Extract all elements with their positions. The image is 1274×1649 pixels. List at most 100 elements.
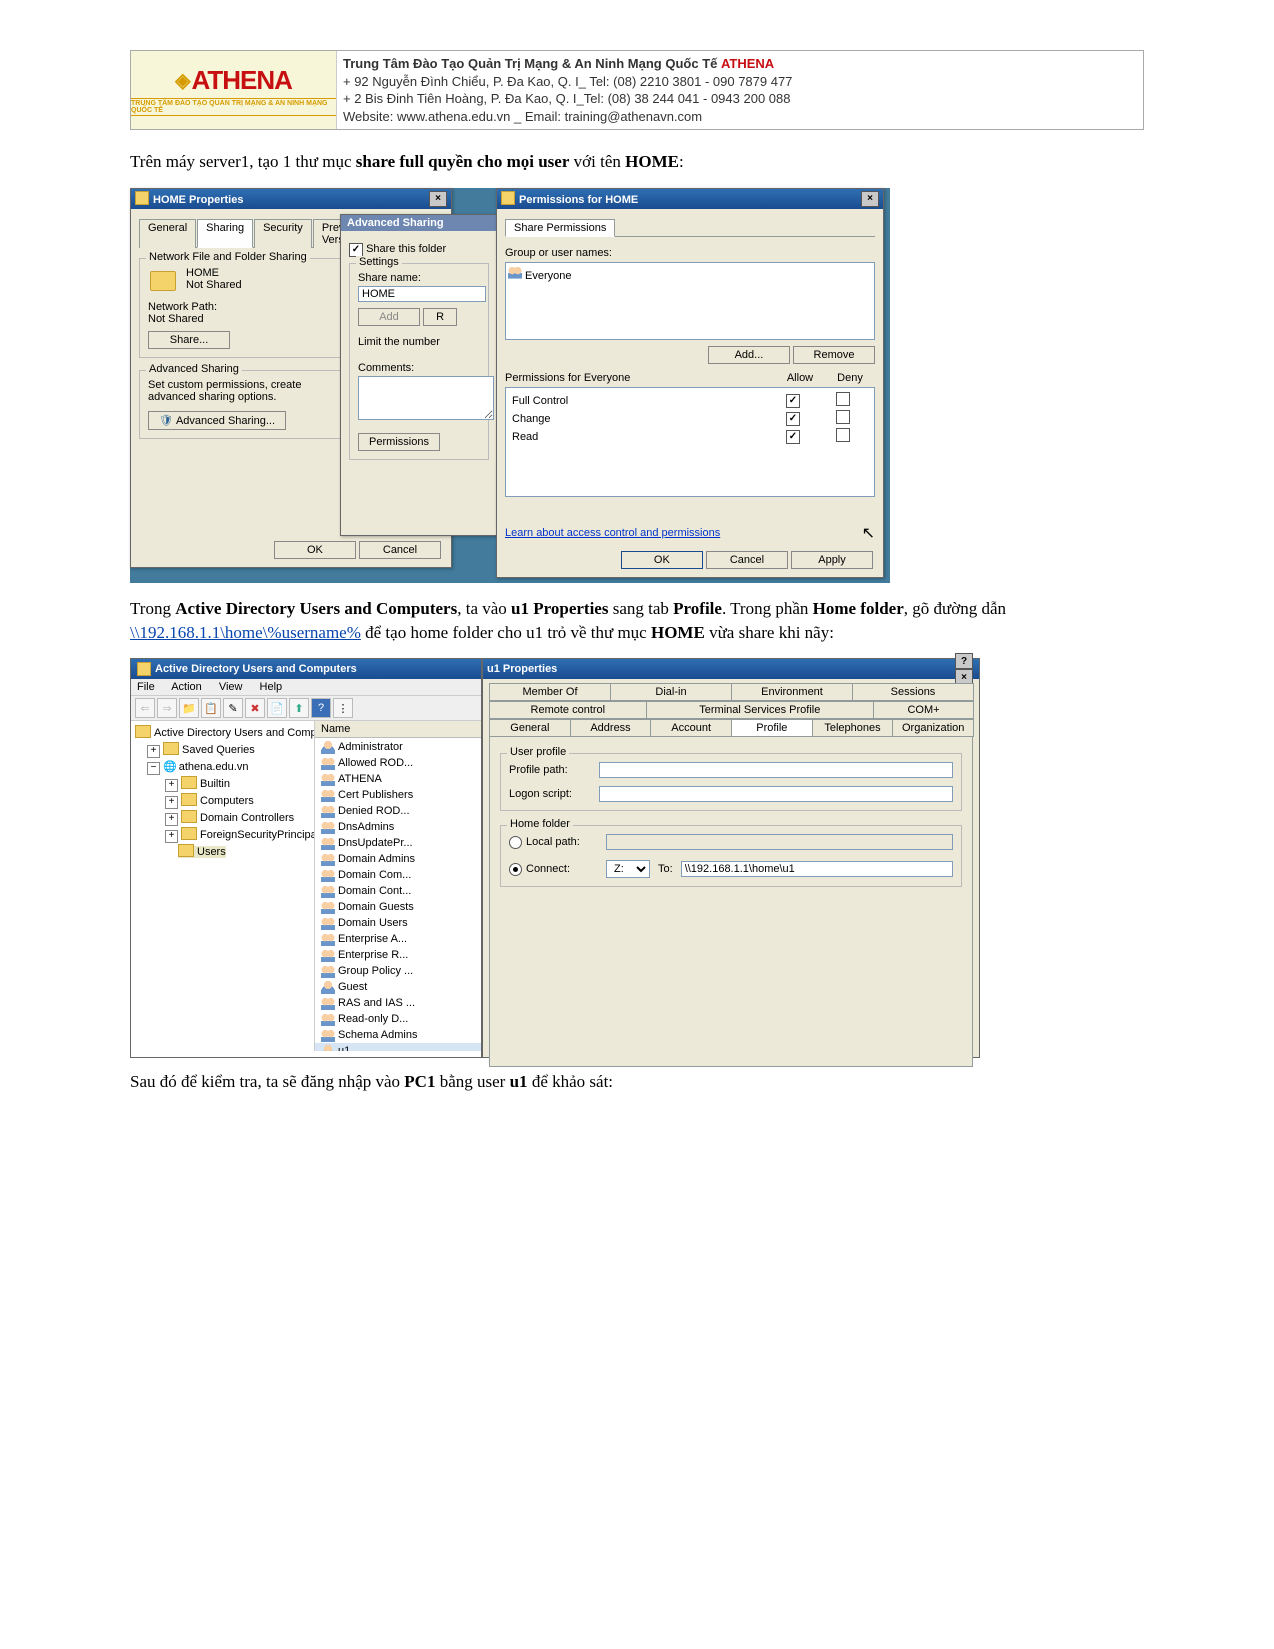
menu-action[interactable]: Action — [171, 681, 202, 693]
collapse-icon[interactable]: − — [147, 762, 160, 775]
learn-link[interactable]: Learn about access control and permissio… — [505, 527, 720, 539]
filter-icon[interactable]: ⋮ — [333, 698, 353, 718]
list-item[interactable]: Enterprise A... — [315, 931, 481, 947]
deny-checkbox[interactable] — [836, 392, 850, 406]
list-item[interactable]: Cert Publishers — [315, 787, 481, 803]
share-button[interactable]: Share... — [148, 331, 230, 349]
close-icon[interactable]: × — [861, 191, 879, 207]
connect-radio[interactable] — [509, 863, 522, 876]
list-item[interactable]: DnsUpdatePr... — [315, 835, 481, 851]
tab-profile[interactable]: Profile — [731, 719, 813, 737]
tree-users[interactable]: Users — [178, 846, 226, 858]
tree-domain[interactable]: athena.edu.vn — [179, 761, 249, 773]
tab-sharing[interactable]: Sharing — [197, 219, 253, 248]
allow-checkbox[interactable] — [786, 412, 800, 426]
profile-path-input[interactable] — [599, 762, 953, 778]
ok-button[interactable]: OK — [621, 551, 703, 569]
share-name-input[interactable] — [358, 286, 486, 302]
list-item[interactable]: Domain Admins — [315, 851, 481, 867]
tree-computers[interactable]: Computers — [181, 795, 254, 807]
help-icon[interactable]: ? — [311, 698, 331, 718]
close-icon[interactable]: × — [429, 191, 447, 207]
add-share-button[interactable]: Add — [358, 308, 420, 326]
tab-security[interactable]: Security — [254, 219, 312, 248]
expand-icon[interactable]: + — [165, 813, 178, 826]
properties-icon[interactable]: ✎ — [223, 698, 243, 718]
allow-checkbox[interactable] — [786, 430, 800, 444]
tree-builtin[interactable]: Builtin — [181, 778, 230, 790]
menu-help[interactable]: Help — [260, 681, 283, 693]
tab-general[interactable]: General — [489, 719, 571, 737]
menu-file[interactable]: File — [137, 681, 155, 693]
tree-saved-queries[interactable]: Saved Queries — [163, 744, 255, 756]
delete-icon[interactable]: ✖ — [245, 698, 265, 718]
menu-view[interactable]: View — [219, 681, 243, 693]
list-item-everyone[interactable]: Everyone — [525, 270, 571, 282]
expand-icon[interactable]: + — [165, 830, 178, 843]
list-item[interactable]: Group Policy ... — [315, 963, 481, 979]
comments-input[interactable] — [358, 376, 494, 420]
export-icon[interactable]: ⬆ — [289, 698, 309, 718]
logon-script-input[interactable] — [599, 786, 953, 802]
expand-icon[interactable]: + — [165, 796, 178, 809]
up-icon[interactable]: 📁 — [179, 698, 199, 718]
tab-sessions[interactable]: Sessions — [852, 683, 974, 701]
tab-organization[interactable]: Organization — [892, 719, 974, 737]
expand-icon[interactable]: + — [165, 779, 178, 792]
tab-dial-in[interactable]: Dial-in — [610, 683, 732, 701]
refresh-icon[interactable]: 📄 — [267, 698, 287, 718]
tree-panel[interactable]: Active Directory Users and Comput +Saved… — [131, 721, 314, 1051]
remove-share-button[interactable]: R — [423, 308, 457, 326]
apply-button[interactable]: Apply — [791, 551, 873, 569]
list-header-name[interactable]: Name — [315, 721, 481, 738]
ok-button[interactable]: OK — [274, 541, 356, 559]
list-item[interactable]: Domain Guests — [315, 899, 481, 915]
list-item[interactable]: ATHENA — [315, 771, 481, 787]
list-item[interactable]: DnsAdmins — [315, 819, 481, 835]
list-item[interactable]: u1 — [315, 1043, 481, 1051]
drive-letter-select[interactable]: Z: — [606, 860, 650, 878]
forward-icon[interactable]: ⇒ — [157, 698, 177, 718]
permissions-button[interactable]: Permissions — [358, 433, 440, 451]
advanced-sharing-button[interactable]: 🛡Advanced Sharing... — [148, 411, 286, 430]
share-folder-checkbox[interactable] — [349, 243, 363, 257]
tab-terminal-services[interactable]: Terminal Services Profile — [646, 701, 874, 719]
cancel-button[interactable]: Cancel — [706, 551, 788, 569]
tree-root[interactable]: Active Directory Users and Comput — [135, 727, 314, 739]
list-item[interactable]: RAS and IAS ... — [315, 995, 481, 1011]
deny-checkbox[interactable] — [836, 410, 850, 424]
expand-icon[interactable]: + — [147, 745, 160, 758]
tab-remote-control[interactable]: Remote control — [489, 701, 647, 719]
cut-icon[interactable]: 📋 — [201, 698, 221, 718]
tab-address[interactable]: Address — [570, 719, 652, 737]
list-item[interactable]: Schema Admins — [315, 1027, 481, 1043]
tab-com-plus[interactable]: COM+ — [873, 701, 974, 719]
tab-telephones[interactable]: Telephones — [812, 719, 894, 737]
tab-general[interactable]: General — [139, 219, 196, 248]
tab-share-permissions[interactable]: Share Permissions — [505, 219, 615, 237]
deny-checkbox[interactable] — [836, 428, 850, 442]
cancel-button[interactable]: Cancel — [359, 541, 441, 559]
list-item[interactable]: Guest — [315, 979, 481, 995]
remove-button[interactable]: Remove — [793, 346, 875, 364]
help-icon[interactable]: ? — [955, 653, 973, 669]
tab-environment[interactable]: Environment — [731, 683, 853, 701]
list-item[interactable]: Domain Users — [315, 915, 481, 931]
tree-domain-controllers[interactable]: Domain Controllers — [181, 812, 294, 824]
list-item[interactable]: Domain Cont... — [315, 883, 481, 899]
list-item[interactable]: Read-only D... — [315, 1011, 481, 1027]
back-icon[interactable]: ⇐ — [135, 698, 155, 718]
local-path-radio[interactable] — [509, 836, 522, 849]
unc-path-link[interactable]: \\192.168.1.1\home\%username% — [130, 623, 361, 642]
group-user-list[interactable]: Everyone — [505, 262, 875, 340]
tab-member-of[interactable]: Member Of — [489, 683, 611, 701]
add-button[interactable]: Add... — [708, 346, 790, 364]
list-item[interactable]: Enterprise R... — [315, 947, 481, 963]
list-item[interactable]: Allowed ROD... — [315, 755, 481, 771]
list-item[interactable]: Denied ROD... — [315, 803, 481, 819]
list-item[interactable]: Domain Com... — [315, 867, 481, 883]
allow-checkbox[interactable] — [786, 394, 800, 408]
tree-fsp[interactable]: ForeignSecurityPrincipals — [181, 829, 314, 841]
connect-path-input[interactable] — [681, 861, 953, 877]
tab-account[interactable]: Account — [650, 719, 732, 737]
